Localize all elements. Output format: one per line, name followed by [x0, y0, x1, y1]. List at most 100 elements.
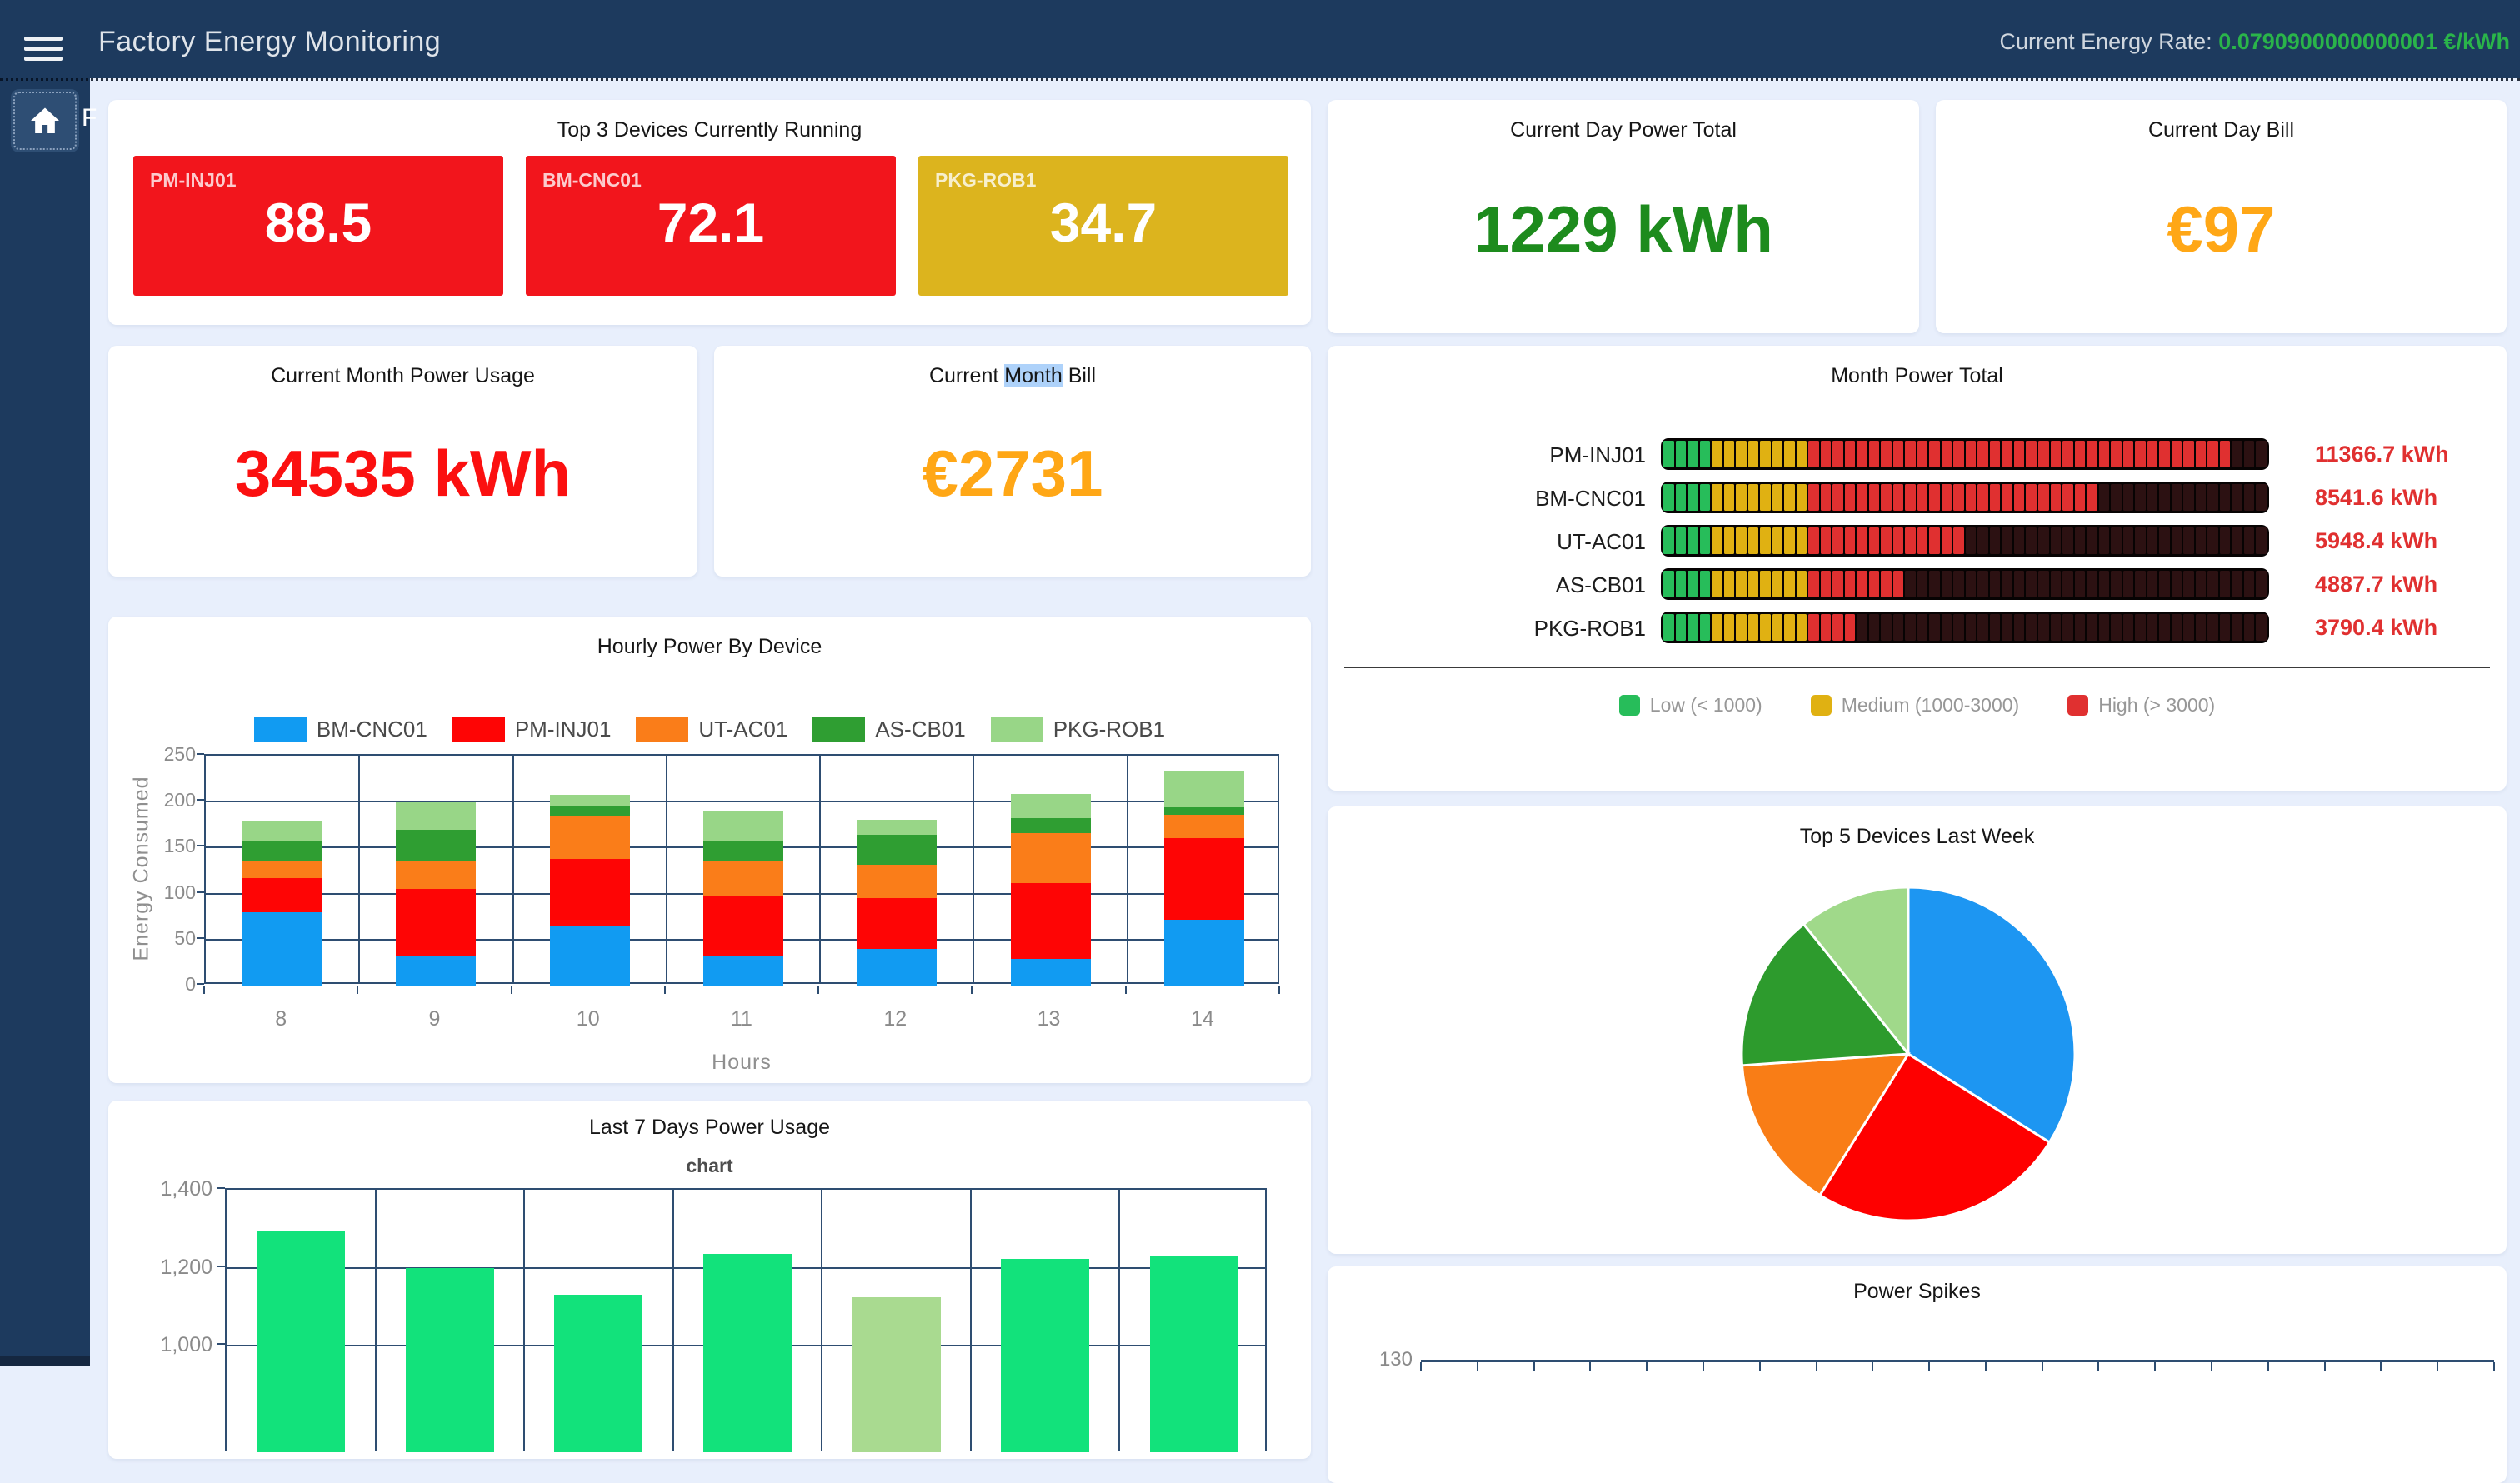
hamburger-menu-icon[interactable] — [24, 37, 62, 61]
bar-segment — [1808, 484, 1819, 511]
card-title: Current Month Bill — [714, 364, 1311, 388]
legend-item[interactable]: PM-INJ01 — [452, 717, 612, 742]
bar-segment — [1881, 571, 1892, 597]
bar-segment — [2256, 571, 2267, 597]
day-power-total-value: 1229 kWh — [1473, 192, 1773, 267]
legend-item[interactable]: High (> 3000) — [2068, 694, 2215, 717]
card-last7-days: Last 7 Days Power Usage chart 1,4001,200… — [108, 1101, 1311, 1459]
bar-segment — [1808, 571, 1819, 597]
bar-segment — [1797, 571, 1808, 597]
axis-tick — [2437, 1362, 2438, 1371]
bar-segment — [2075, 441, 2086, 467]
gridline — [1127, 756, 1128, 982]
bar-segment — [1676, 441, 1687, 467]
stacked-bar-segment — [550, 816, 630, 859]
stacked-bar-segment — [242, 861, 322, 878]
bar-segment — [2220, 571, 2231, 597]
bar-segment — [1808, 441, 1819, 467]
y-tick-label: 150 — [112, 835, 196, 857]
bar-segment — [2099, 484, 2110, 511]
bar-segment — [1978, 571, 1988, 597]
month-power-usage-value: 34535 kWh — [235, 436, 571, 512]
bar-segment — [1676, 614, 1687, 641]
bar-segment — [1821, 484, 1832, 511]
bar-segment — [2062, 441, 2073, 467]
bar-segment — [2051, 571, 2062, 597]
bar-segment — [1869, 571, 1880, 597]
bar-segment — [1784, 484, 1795, 511]
x-tick-label: 12 — [818, 1007, 972, 1031]
bar-segment — [1905, 571, 1916, 597]
y-tick-label: 1,200 — [121, 1256, 212, 1280]
stacked-bar-segment — [396, 956, 476, 986]
axis-tick — [2380, 1362, 2382, 1371]
bar-segment — [1760, 527, 1771, 554]
bar-segment — [1881, 484, 1892, 511]
y-tick — [197, 845, 204, 846]
y-tick-label: 100 — [112, 881, 196, 904]
y-tick-label: 200 — [112, 789, 196, 811]
bar-segment — [2232, 571, 2242, 597]
stacked-bar-segment — [1011, 818, 1091, 833]
bar-segment — [2183, 527, 2194, 554]
stacked-bar-segment — [1011, 833, 1091, 884]
gridline — [206, 801, 1278, 802]
bar-segment — [1736, 614, 1747, 641]
bar-segment — [1845, 527, 1856, 554]
bar-segment — [1821, 571, 1832, 597]
day-bill-value: €97 — [2167, 192, 2275, 267]
legend-item[interactable]: Low (< 1000) — [1619, 694, 1762, 717]
bar — [406, 1268, 494, 1452]
legend-swatch — [1619, 695, 1640, 716]
bar-segment — [2014, 484, 2025, 511]
bar-segment — [1953, 441, 1964, 467]
gridline — [972, 756, 974, 982]
bar-segment — [1929, 441, 1940, 467]
legend-label: Low (< 1000) — [1650, 694, 1762, 717]
bar-segment — [2172, 484, 2182, 511]
bar-segment — [1918, 441, 1928, 467]
card-power-spikes: Power Spikes 130 — [1328, 1266, 2507, 1483]
bar-segment — [2038, 571, 2049, 597]
bar-segment — [2062, 614, 2073, 641]
legend-item[interactable]: PKG-ROB1 — [991, 717, 1165, 742]
bar-segment — [1929, 571, 1940, 597]
bar-segment — [1978, 614, 1988, 641]
bar-segment — [1942, 614, 1952, 641]
stacked-bar-segment — [242, 821, 322, 841]
gridline — [375, 1190, 377, 1451]
bar-segment — [1797, 614, 1808, 641]
bar-segment — [1869, 527, 1880, 554]
bar-segment — [2051, 441, 2062, 467]
bar-segment — [2038, 484, 2049, 511]
bar-segment — [2208, 571, 2218, 597]
legend-item[interactable]: BM-CNC01 — [254, 717, 428, 742]
y-tick-label: 0 — [112, 973, 196, 996]
bar-segment — [1832, 527, 1843, 554]
bar-segment — [2256, 527, 2267, 554]
bar-segment — [2051, 484, 2062, 511]
month-total-row: PM-INJ0111366.7 kWh — [1328, 438, 2507, 470]
stacked-bar-segment — [396, 861, 476, 889]
month-bill-value: €2731 — [922, 436, 1103, 512]
bar-segment — [1953, 484, 1964, 511]
home-nav-button[interactable] — [11, 89, 79, 152]
bar — [1001, 1259, 1089, 1452]
bar-segment — [2208, 614, 2218, 641]
bar-segment — [2014, 441, 2025, 467]
device-label: AS-CB01 — [1328, 572, 1646, 598]
bar-segment — [1953, 527, 1964, 554]
bar — [1150, 1256, 1238, 1452]
card-title: Month Power Total — [1328, 364, 2507, 388]
bar-segment — [2183, 571, 2194, 597]
bar-segment — [2220, 527, 2231, 554]
stacked-bar-segment — [1164, 815, 1244, 839]
legend-item[interactable]: UT-AC01 — [636, 717, 788, 742]
segmented-bar — [1661, 612, 2269, 643]
legend-item[interactable]: AS-CB01 — [812, 717, 965, 742]
bar-segment — [1929, 527, 1940, 554]
legend-item[interactable]: Medium (1000-3000) — [1811, 694, 2020, 717]
stacked-bar-segment — [857, 898, 937, 949]
legend-divider — [1344, 667, 2490, 668]
top-bar: Factory Energy Monitoring Current Energy… — [0, 0, 2520, 78]
